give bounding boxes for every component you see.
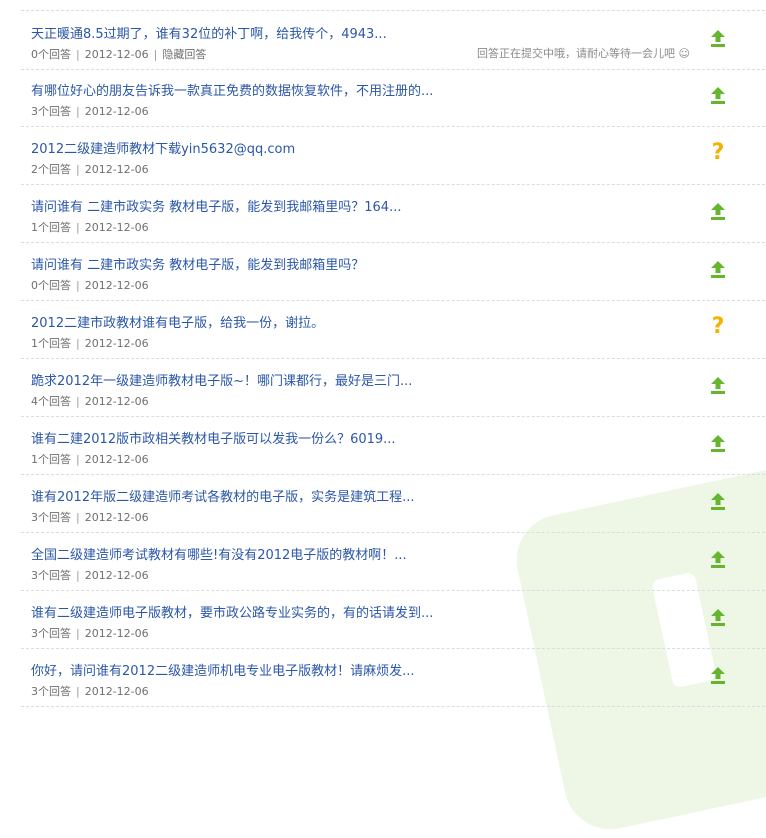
submitting-notice: 回答正在提交中哦，请耐心等待一会儿吧 ☺ (477, 47, 690, 60)
answer-count: 3个回答 (31, 569, 71, 582)
question-date: 2012-12-06 (84, 627, 149, 640)
question-title-link[interactable]: 2012二建市政教材谁有电子版，给我一份，谢拉。 (31, 312, 324, 331)
question-mark-glyph: ? (711, 140, 725, 165)
upload-icon[interactable] (707, 663, 729, 687)
question-title-link[interactable]: 你好，请问谁有2012二级建造师机电专业电子版教材！请麻烦发... (31, 660, 414, 679)
list-item: 天正暖通8.5过期了，谁有32位的补丁啊，给我传个，4943... 回答正在提交中… (21, 10, 765, 70)
answer-count: 1个回答 (31, 337, 71, 350)
upload-icon[interactable] (707, 489, 729, 513)
question-title-link[interactable]: 谁有二建2012版市政相关教材电子版可以发我一份么？6019... (31, 428, 396, 447)
question-date: 2012-12-06 (84, 511, 149, 524)
meta-separator: | (76, 569, 80, 582)
answer-count: 3个回答 (31, 627, 71, 640)
answer-count: 1个回答 (31, 453, 71, 466)
question-meta: 0个回答 | 2012-12-06 (31, 277, 149, 293)
question-date: 2012-12-06 (84, 453, 149, 466)
question-title-link[interactable]: 请问谁有 二建市政实务 教材电子版，能发到我邮箱里吗？164... (31, 196, 401, 215)
question-meta: 1个回答 | 2012-12-06 (31, 335, 149, 351)
question-mark-icon[interactable]: ? (707, 141, 729, 165)
list-item: 2012二建市政教材谁有电子版，给我一份，谢拉。 1个回答 | 2012-12-06? (21, 300, 765, 359)
question-date: 2012-12-06 (84, 569, 149, 582)
question-title-link[interactable]: 天正暖通8.5过期了，谁有32位的补丁啊，给我传个，4943... (31, 23, 387, 42)
question-meta: 3个回答 | 2012-12-06 (31, 625, 149, 641)
question-date: 2012-12-06 (84, 395, 149, 408)
question-date: 2012-12-06 (84, 221, 149, 234)
question-mark-icon[interactable]: ? (707, 315, 729, 339)
list-item: 请问谁有 二建市政实务 教材电子版，能发到我邮箱里吗？ 0个回答 | 2012-12-… (21, 242, 765, 301)
meta-separator: | (76, 627, 80, 640)
list-item: 2012二级建造师教材下载yin5632@qq.com 2个回答 | 2012-12-… (21, 126, 765, 185)
answer-count: 0个回答 (31, 48, 71, 61)
meta-separator: | (76, 395, 80, 408)
list-item: 有哪位好心的朋友告诉我一款真正免费的数据恢复软件，不用注册的... 3个回答 | 20… (21, 68, 765, 127)
meta-separator: | (76, 337, 80, 350)
answer-count: 3个回答 (31, 685, 71, 698)
question-date: 2012-12-06 (84, 105, 149, 118)
list-item: 全国二级建造师考试教材有哪些!有没有2012电子版的教材啊！... 3个回答 | 20… (21, 532, 765, 591)
question-title-link[interactable]: 谁有2012年版二级建造师考试各教材的电子版，实务是建筑工程... (31, 486, 414, 505)
meta-separator: | (76, 48, 80, 61)
question-meta: 0个回答 | 2012-12-06 | 隐藏回答 (31, 46, 206, 62)
upload-icon[interactable] (707, 257, 729, 281)
answer-count: 3个回答 (31, 105, 71, 118)
list-item: 谁有二建2012版市政相关教材电子版可以发我一份么？6019... 1个回答 | 20… (21, 416, 765, 475)
question-meta: 4个回答 | 2012-12-06 (31, 393, 149, 409)
question-title-link[interactable]: 谁有二级建造师电子版教材，要市政公路专业实务的，有的话请发到... (31, 602, 433, 621)
meta-separator: | (76, 511, 80, 524)
meta-separator: | (76, 453, 80, 466)
question-title-link[interactable]: 全国二级建造师考试教材有哪些!有没有2012电子版的教材啊！... (31, 544, 407, 563)
upload-icon[interactable] (707, 431, 729, 455)
question-title-link[interactable]: 有哪位好心的朋友告诉我一款真正免费的数据恢复软件，不用注册的... (31, 80, 433, 99)
question-date: 2012-12-06 (84, 337, 149, 350)
question-title-link[interactable]: 2012二级建造师教材下载yin5632@qq.com (31, 138, 295, 157)
upload-icon[interactable] (707, 547, 729, 571)
list-item: 请问谁有 二建市政实务 教材电子版，能发到我邮箱里吗？164... 1个回答 | 20… (21, 184, 765, 243)
question-title-link[interactable]: 跪求2012年一级建造师教材电子版~！哪门课都行，最好是三门... (31, 370, 412, 389)
question-meta: 3个回答 | 2012-12-06 (31, 103, 149, 119)
question-date: 2012-12-06 (84, 685, 149, 698)
upload-icon[interactable] (707, 605, 729, 629)
list-item: 谁有2012年版二级建造师考试各教材的电子版，实务是建筑工程... 3个回答 | 20… (21, 474, 765, 533)
upload-icon[interactable] (707, 373, 729, 397)
question-meta: 1个回答 | 2012-12-06 (31, 451, 149, 467)
list-item: 你好，请问谁有2012二级建造师机电专业电子版教材！请麻烦发... 3个回答 | 20… (21, 648, 765, 707)
answer-count: 3个回答 (31, 511, 71, 524)
question-date: 2012-12-06 (84, 163, 149, 176)
meta-separator: | (76, 221, 80, 234)
upload-icon[interactable] (707, 26, 729, 50)
question-meta: 3个回答 | 2012-12-06 (31, 567, 149, 583)
hide-answer-link[interactable]: 隐藏回答 (162, 48, 206, 61)
question-mark-glyph: ? (711, 314, 725, 339)
answer-count: 1个回答 (31, 221, 71, 234)
question-meta: 1个回答 | 2012-12-06 (31, 219, 149, 235)
question-date: 2012-12-06 (84, 279, 149, 292)
question-title-link[interactable]: 请问谁有 二建市政实务 教材电子版，能发到我邮箱里吗？ (31, 254, 364, 273)
answer-count: 4个回答 (31, 395, 71, 408)
meta-separator: | (76, 105, 80, 118)
answer-count: 2个回答 (31, 163, 71, 176)
list-item: 跪求2012年一级建造师教材电子版~！哪门课都行，最好是三门... 4个回答 | 20… (21, 358, 765, 417)
question-meta: 2个回答 | 2012-12-06 (31, 161, 149, 177)
list-item: 谁有二级建造师电子版教材，要市政公路专业实务的，有的话请发到... 3个回答 | 20… (21, 590, 765, 649)
question-meta: 3个回答 | 2012-12-06 (31, 509, 149, 525)
question-date: 2012-12-06 (84, 48, 149, 61)
meta-separator: | (76, 163, 80, 176)
upload-icon[interactable] (707, 83, 729, 107)
meta-separator: | (153, 48, 158, 61)
upload-icon[interactable] (707, 199, 729, 223)
answer-count: 0个回答 (31, 279, 71, 292)
question-meta: 3个回答 | 2012-12-06 (31, 683, 149, 699)
meta-separator: | (76, 685, 80, 698)
meta-separator: | (76, 279, 80, 292)
